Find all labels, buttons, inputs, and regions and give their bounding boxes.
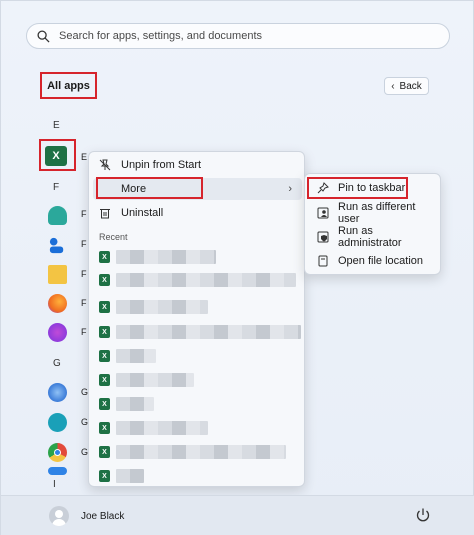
recent-file[interactable]: X	[99, 444, 286, 460]
excel-icon[interactable]: X	[45, 146, 67, 166]
unpin-from-start-item[interactable]: Unpin from Start	[93, 154, 302, 176]
app-label-excel: E	[81, 152, 88, 162]
start-footer: Joe Black	[1, 495, 474, 535]
chrome-icon[interactable]	[48, 443, 67, 462]
excel-file-icon: X	[99, 446, 110, 458]
search-input[interactable]	[59, 30, 439, 42]
excel-file-icon: X	[99, 251, 110, 263]
run-admin-label: Run as administrator	[338, 225, 402, 249]
all-apps-label: All apps	[47, 79, 90, 92]
app-label: F	[81, 269, 87, 279]
recent-file[interactable]: X	[99, 272, 296, 288]
pin-highlight-box	[307, 177, 408, 199]
recent-label: Recent	[99, 232, 128, 242]
recent-file[interactable]: X	[99, 249, 216, 265]
unpin-label: Unpin from Start	[121, 159, 202, 171]
excel-file-icon: X	[99, 422, 110, 434]
uninstall-label: Uninstall	[121, 207, 164, 219]
run-as-different-user-item[interactable]: Run as different user	[311, 201, 437, 225]
recent-file[interactable]: X	[99, 299, 208, 315]
letter-header-g: G	[53, 358, 61, 369]
redacted-file-name	[116, 300, 208, 314]
recent-file[interactable]: X	[99, 396, 154, 412]
excel-file-icon: X	[99, 398, 110, 410]
trash-icon	[99, 207, 111, 219]
open-location-label: Open file location	[338, 255, 423, 267]
redacted-file-name	[116, 373, 194, 387]
app-label: F	[81, 239, 87, 249]
app-label: G	[81, 417, 89, 427]
chevron-left-icon: ‹	[391, 80, 395, 92]
get-help-icon[interactable]	[48, 383, 67, 402]
excel-file-icon: X	[99, 326, 110, 338]
redacted-file-name	[116, 273, 296, 287]
recent-file[interactable]: X	[99, 468, 144, 484]
run-different-label: Run as different user	[338, 201, 416, 225]
avatar[interactable]	[49, 506, 69, 526]
recent-file[interactable]: X	[99, 420, 208, 436]
user-switch-icon	[317, 207, 329, 219]
search-icon	[37, 29, 50, 43]
app-label: F	[81, 209, 87, 219]
back-button[interactable]: ‹ Back	[384, 77, 429, 95]
admin-shield-icon	[317, 231, 329, 243]
open-file-location-item[interactable]: Open file location	[311, 251, 437, 271]
back-label: Back	[399, 80, 422, 92]
app-icon-partial[interactable]	[48, 467, 67, 475]
recent-file[interactable]: X	[99, 324, 301, 340]
chevron-right-icon: ›	[288, 183, 292, 195]
redacted-file-name	[116, 469, 144, 483]
excel-file-icon: X	[99, 374, 110, 386]
feedback-hub-icon[interactable]	[48, 236, 67, 255]
redacted-file-name	[116, 445, 286, 459]
recent-file[interactable]: X	[99, 348, 156, 364]
letter-header-i: I	[53, 479, 56, 490]
recent-file[interactable]: X	[99, 372, 194, 388]
redacted-file-name	[116, 421, 208, 435]
power-icon[interactable]	[415, 507, 431, 523]
redacted-file-name	[116, 250, 216, 264]
redacted-file-name	[116, 325, 301, 339]
excel-file-icon: X	[99, 274, 110, 286]
app-label: F	[81, 327, 87, 337]
user-name[interactable]: Joe Black	[81, 511, 124, 522]
start-menu: All apps ‹ Back E F G I X E F F F F F G …	[0, 0, 474, 535]
app-label: G	[81, 447, 89, 457]
excel-file-icon: X	[99, 301, 110, 313]
context-menu: Unpin from Start More › Uninstall Recent…	[88, 151, 305, 487]
firefox-private-icon[interactable]	[48, 323, 67, 342]
search-box[interactable]	[26, 23, 450, 49]
app-label: G	[81, 387, 89, 397]
file-explorer-icon[interactable]	[48, 265, 67, 284]
run-as-administrator-item[interactable]: Run as administrator	[311, 225, 437, 249]
redacted-file-name	[116, 397, 154, 411]
more-highlight-box	[96, 177, 203, 199]
unpin-icon	[99, 159, 111, 171]
file-location-icon	[317, 255, 329, 267]
family-app-icon[interactable]	[48, 206, 67, 225]
firefox-icon[interactable]	[48, 294, 67, 313]
app-label: F	[81, 298, 87, 308]
get-started-icon[interactable]	[48, 413, 67, 432]
all-apps-heading: All apps	[40, 72, 97, 99]
redacted-file-name	[116, 349, 156, 363]
excel-file-icon: X	[99, 350, 110, 362]
uninstall-item[interactable]: Uninstall	[93, 202, 302, 224]
letter-header-e: E	[53, 120, 60, 131]
letter-header-f: F	[53, 182, 60, 193]
excel-file-icon: X	[99, 470, 110, 482]
